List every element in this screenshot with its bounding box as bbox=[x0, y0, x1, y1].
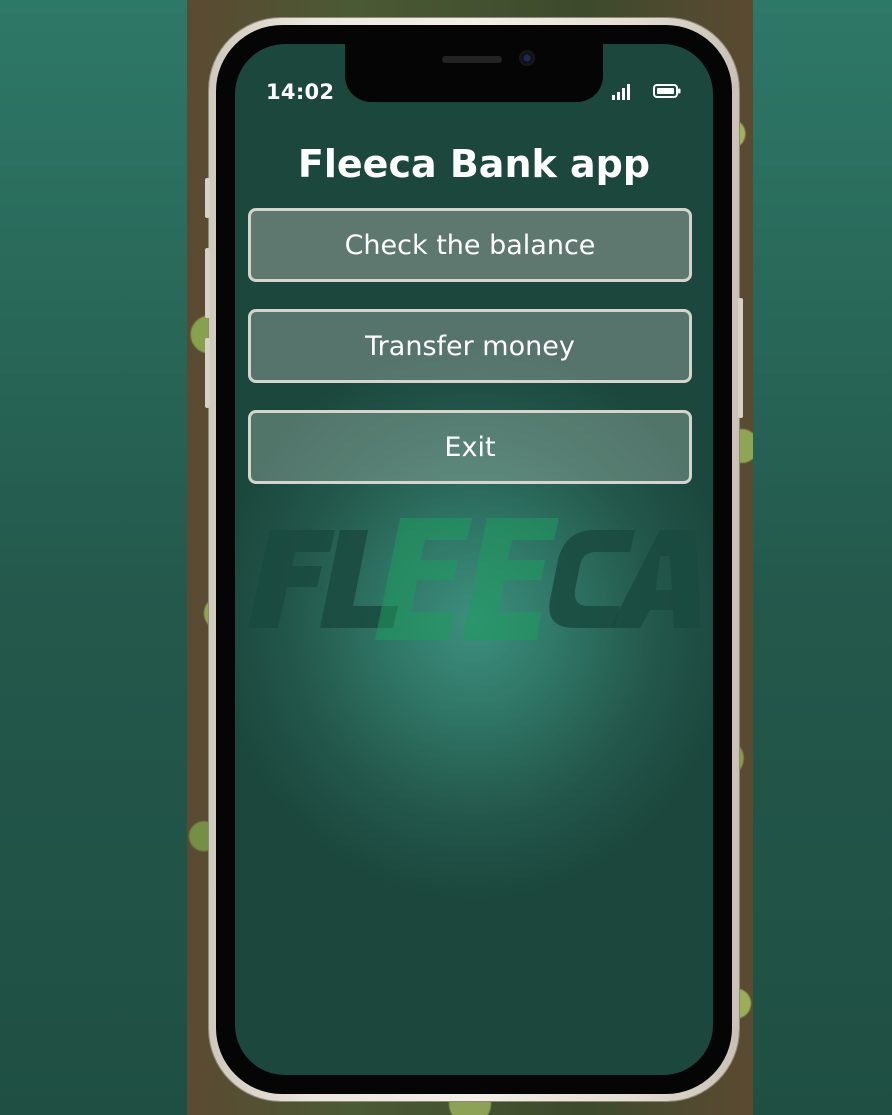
app-title: Fleeca Bank app bbox=[297, 142, 651, 186]
front-camera-icon bbox=[519, 50, 535, 66]
phone-frame: 14:02 Fleeca Bank app Check the balance … bbox=[205, 18, 743, 1101]
status-time: 14:02 bbox=[266, 80, 335, 104]
phone-power-button bbox=[738, 298, 743, 418]
phone-bezel: 14:02 Fleeca Bank app Check the balance … bbox=[216, 25, 732, 1094]
phone-notch bbox=[345, 44, 603, 102]
phone-volume-up-button bbox=[205, 248, 210, 318]
phone-volume-down-button bbox=[205, 338, 210, 408]
exit-label: Exit bbox=[444, 431, 496, 463]
signal-bars-icon bbox=[612, 84, 630, 100]
check-balance-button[interactable]: Check the balance bbox=[248, 208, 692, 282]
transfer-money-label: Transfer money bbox=[365, 330, 575, 362]
phone-screen: 14:02 Fleeca Bank app Check the balance … bbox=[235, 44, 713, 1075]
fleeca-logo-watermark bbox=[248, 518, 700, 640]
check-balance-label: Check the balance bbox=[344, 229, 596, 261]
battery-icon bbox=[653, 84, 681, 98]
speaker-grille bbox=[442, 56, 502, 63]
transfer-money-button[interactable]: Transfer money bbox=[248, 309, 692, 383]
phone-side-button-left bbox=[205, 178, 210, 218]
exit-button[interactable]: Exit bbox=[248, 410, 692, 484]
